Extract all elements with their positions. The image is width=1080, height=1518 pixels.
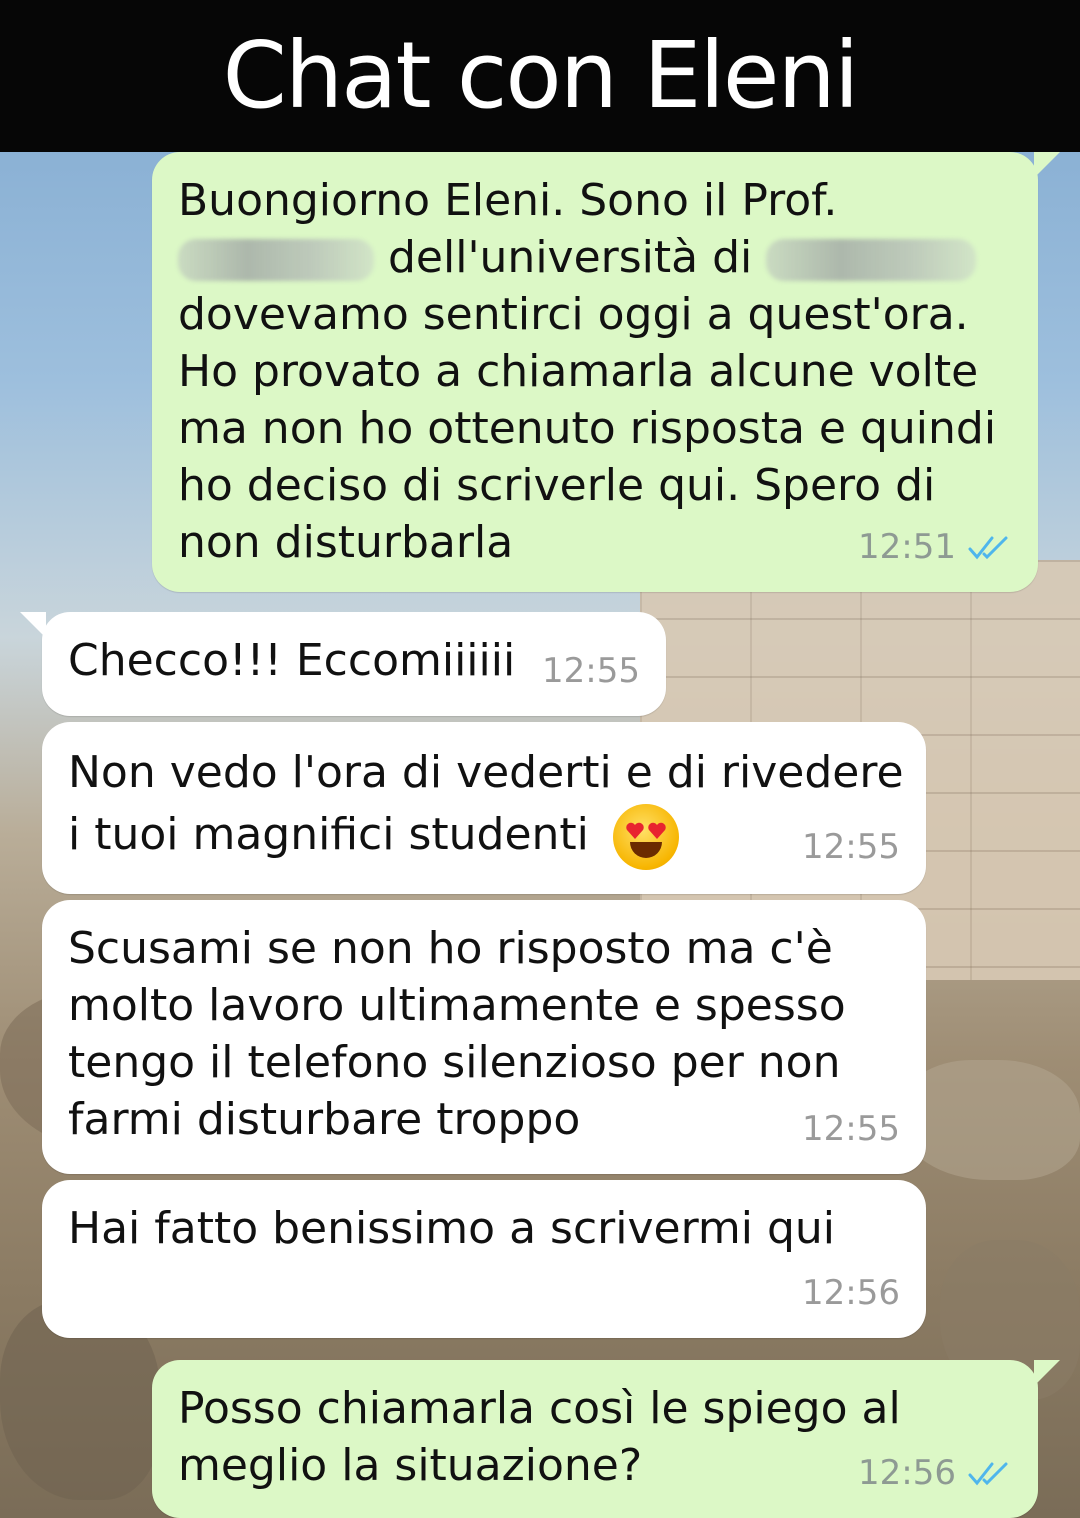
message-bubble-outgoing[interactable]: Buongiorno Eleni. Sono il Prof. dell'uni…	[152, 152, 1060, 592]
message-time: 12:56	[858, 1453, 956, 1493]
message-meta: 12:56	[858, 1445, 1012, 1502]
message-text-line: meglio la situazione?	[178, 1440, 643, 1491]
message-text-line: Non vedo l'ora di vederti e di rivedere	[68, 747, 904, 798]
heart-eyes-emoji-icon	[612, 804, 679, 870]
message-text-line-with-emoji: i tuoi magnifici studenti	[68, 804, 816, 870]
message-text-line: non disturbarla	[178, 517, 514, 568]
read-double-check-icon	[968, 1462, 1008, 1485]
message-text-fragment: i tuoi magnifici studenti	[68, 809, 589, 860]
message-text-line: ho deciso di scriverle qui. Spero di	[178, 460, 936, 511]
message-time: 12:55	[802, 1109, 900, 1149]
message-time: 12:56	[802, 1273, 900, 1313]
message-text-line: dovevamo sentirci oggi a quest'ora.	[178, 289, 969, 340]
message-text-line: Hai fatto benissimo a scrivermi qui	[68, 1203, 835, 1254]
message-time: 12:55	[802, 827, 900, 867]
message-text-line: tengo il telefono silenzioso per non	[68, 1037, 841, 1088]
message-text-line: Posso chiamarla così le spiego al	[178, 1383, 901, 1434]
chat-title: Chat con Eleni	[222, 22, 860, 129]
message-text-line: Ho provato a chiamarla alcune volte	[178, 346, 979, 397]
message-meta: 12:55	[802, 1101, 900, 1158]
message-text-fragment: dell'università di	[388, 232, 753, 283]
message-text-line: Scusami se non ho risposto ma c'è	[68, 923, 833, 974]
message-meta: 12:51	[858, 519, 1012, 576]
message-bubble-incoming[interactable]: Hai fatto benissimo a scrivermi qui 12:5…	[42, 1180, 926, 1338]
message-time: 12:51	[858, 527, 956, 567]
message-time: 12:55	[542, 651, 640, 691]
message-meta: 12:56	[802, 1265, 900, 1322]
message-text-line: molto lavoro ultimamente e spesso	[68, 980, 846, 1031]
redacted-name	[178, 239, 374, 281]
message-text-line: Buongiorno Eleni. Sono il Prof.	[178, 175, 838, 226]
message-text-line: farmi disturbare troppo	[68, 1094, 581, 1145]
wallpaper-rock	[900, 1060, 1080, 1180]
chat-title-bar: Chat con Eleni	[0, 0, 1080, 152]
message-text-line-with-redaction: dell'università di	[178, 229, 977, 286]
message-meta: 12:55	[542, 643, 640, 700]
redacted-location	[766, 239, 977, 281]
message-meta: 12:55	[802, 816, 900, 878]
message-text-line: Checco!!! Eccomiiiiii	[68, 635, 516, 686]
read-double-check-icon	[968, 536, 1008, 559]
message-bubble-incoming[interactable]: Checco!!! Eccomiiiiii 12:55	[20, 612, 666, 716]
message-bubble-incoming[interactable]: Scusami se non ho risposto ma c'è molto …	[42, 900, 926, 1174]
message-bubble-incoming[interactable]: Non vedo l'ora di vederti e di rivedere …	[42, 722, 926, 894]
message-bubble-outgoing[interactable]: Posso chiamarla così le spiego al meglio…	[152, 1360, 1060, 1518]
message-text-line: ma non ho ottenuto risposta e quindi	[178, 403, 997, 454]
